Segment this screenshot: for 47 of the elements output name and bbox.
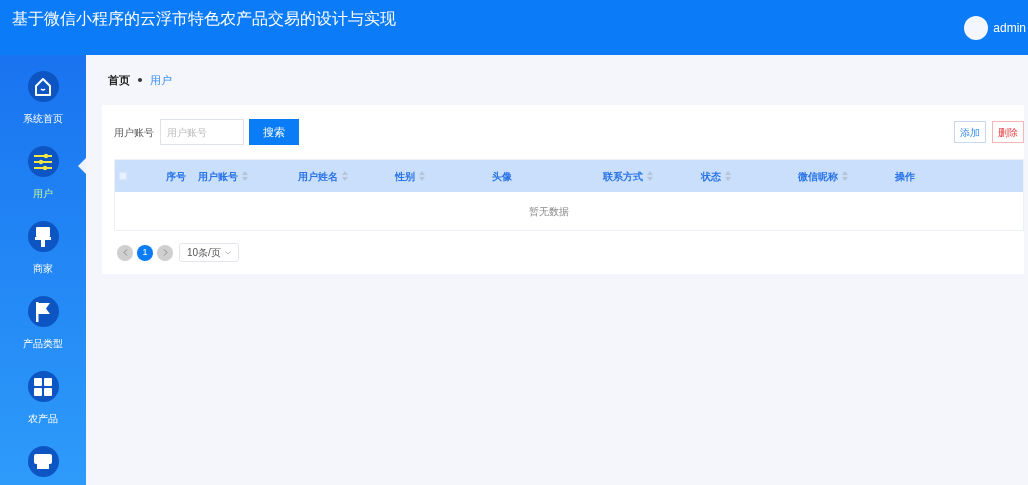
grid-icon (33, 376, 53, 397)
column-header: 联系方式 (603, 169, 643, 184)
chevron-left-icon (122, 249, 128, 256)
flag-icon (34, 300, 52, 323)
chevron-down-icon (225, 250, 231, 255)
column-header: 用户账号 (198, 169, 238, 184)
column-header: 操作 (895, 169, 915, 184)
search-field[interactable]: 用户账号 (160, 119, 244, 145)
column-header: 性别 (395, 169, 415, 184)
delete-button[interactable]: 删除 (992, 121, 1024, 143)
sort-icon[interactable] (342, 171, 348, 181)
sidebar-item[interactable]: 商家 (0, 221, 86, 288)
next-button[interactable] (157, 244, 173, 261)
sidebar-item[interactable]: 系统首页 (0, 71, 86, 138)
checkbox[interactable] (119, 172, 127, 180)
breadcrumb-item[interactable]: 首页 (108, 71, 130, 89)
add-button[interactable]: 添加 (954, 121, 986, 143)
active-pointer (78, 158, 86, 174)
page-button[interactable]: 1 (137, 244, 153, 261)
sort-icon[interactable] (842, 171, 848, 181)
column-header: 序号 (166, 169, 186, 184)
separator-icon (138, 78, 142, 82)
previous-button[interactable] (117, 244, 133, 261)
column-header: 状态 (701, 169, 721, 184)
search-label: 用户账号 (114, 125, 154, 140)
page-size-select[interactable]: 10条/页 (179, 243, 239, 262)
sort-icon[interactable] (419, 171, 425, 181)
sidebar-item[interactable]: 用户 (0, 146, 86, 213)
shop-icon (33, 452, 53, 471)
column-header: 微信昵称 (798, 169, 838, 184)
sliders-icon (33, 152, 53, 171)
app-title: 基于微信小程序的云浮市特色农产品交易的设计与实现 (12, 8, 396, 29)
sort-icon[interactable] (725, 171, 731, 181)
sort-icon[interactable] (242, 171, 248, 181)
search-button[interactable]: 搜索 (249, 119, 299, 145)
sidebar-item[interactable]: 农产品 (0, 371, 86, 438)
avatar-icon[interactable] (964, 15, 989, 40)
column-header: 用户姓名 (298, 169, 338, 184)
column-header: 头像 (492, 169, 512, 184)
brush-icon (34, 225, 52, 248)
sort-icon[interactable] (647, 171, 653, 181)
user-name[interactable]: admin (993, 18, 1026, 37)
empty-message: 暂无数据 (529, 204, 569, 219)
sidebar-item[interactable]: 产品类型 (0, 296, 86, 363)
home-icon (33, 76, 53, 97)
chevron-right-icon (162, 249, 168, 256)
breadcrumb-item: 用户 (150, 72, 172, 88)
